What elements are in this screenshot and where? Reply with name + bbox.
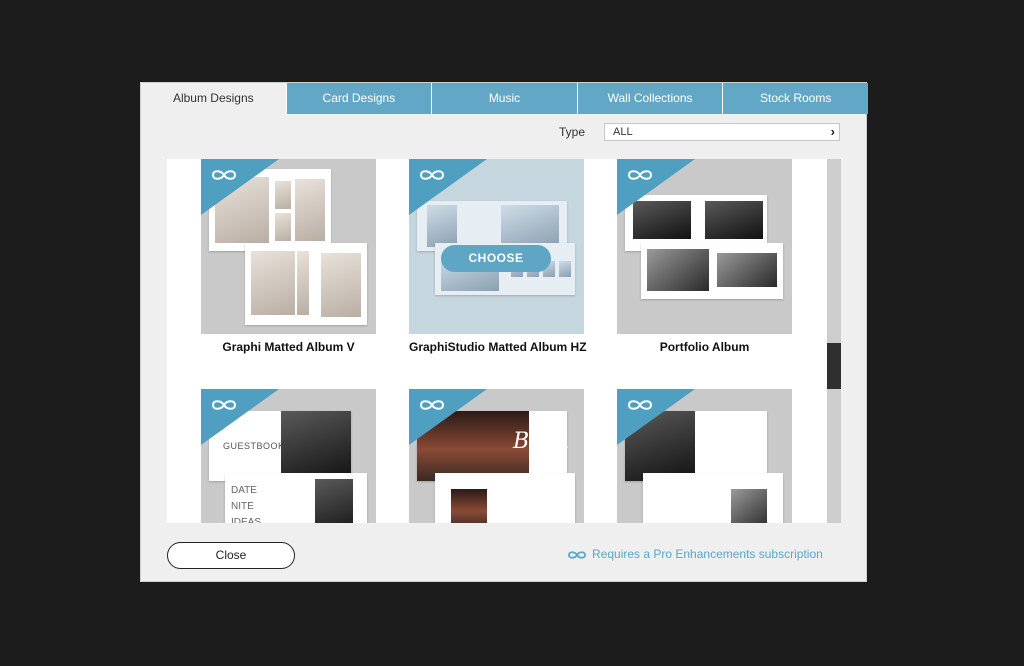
tab-wall-collections[interactable]: Wall Collections	[576, 83, 723, 114]
photo	[251, 251, 295, 315]
template-browser-dialog: Album Designs Card Designs Music Wall Co…	[140, 82, 868, 582]
template-thumbnail[interactable]	[201, 159, 376, 334]
guestbook-line: IDEAS	[231, 517, 262, 523]
infinity-icon	[419, 400, 445, 410]
template-thumbnail[interactable]: Book	[409, 389, 584, 523]
tab-music[interactable]: Music	[431, 83, 577, 114]
chevron-right-icon: ›	[830, 124, 835, 139]
template-thumbnail[interactable]	[617, 389, 792, 523]
infinity-icon	[211, 170, 237, 180]
album-script-title: Book	[513, 429, 569, 454]
type-filter-select[interactable]: ALL ›	[604, 123, 840, 141]
pro-subscription-note[interactable]: Requires a Pro Enhancements subscription	[566, 547, 823, 561]
tab-card-designs[interactable]: Card Designs	[285, 83, 432, 114]
template-card[interactable]: Portfolio Album	[617, 159, 792, 354]
album-page	[643, 473, 783, 523]
template-thumbnail[interactable]: GUESTBOOK DATE NITE IDEAS	[201, 389, 376, 523]
tab-album-designs[interactable]: Album Designs	[141, 83, 286, 114]
template-card[interactable]	[617, 389, 792, 523]
album-page	[245, 243, 367, 325]
photo	[501, 205, 559, 247]
scrollbar-thumb[interactable]	[827, 343, 841, 389]
template-card[interactable]: GUESTBOOK DATE NITE IDEAS	[201, 389, 376, 523]
template-card[interactable]: Book	[409, 389, 584, 523]
template-title: Portfolio Album	[659, 340, 750, 354]
photo	[647, 249, 709, 291]
template-title: Graphi Matted Album V	[222, 340, 355, 354]
album-page	[435, 473, 575, 523]
photo	[315, 479, 353, 523]
tab-stock-rooms[interactable]: Stock Rooms	[722, 83, 868, 114]
category-tabs: Album Designs Card Designs Music Wall Co…	[141, 83, 868, 114]
photo	[731, 489, 767, 523]
type-filter-label: Type	[559, 125, 586, 139]
photo	[275, 213, 291, 241]
template-title: GraphiStudio Matted Album HZ	[409, 340, 587, 354]
template-thumbnail[interactable]: CHOOSE	[409, 159, 584, 334]
album-page	[641, 243, 783, 299]
photo	[281, 411, 351, 481]
infinity-icon	[627, 400, 653, 410]
infinity-icon	[211, 400, 237, 410]
template-thumbnail[interactable]	[617, 159, 792, 334]
template-card[interactable]: Graphi Matted Album V	[201, 159, 376, 354]
choose-button[interactable]: CHOOSE	[441, 245, 551, 272]
photo	[559, 261, 571, 277]
album-page: DATE NITE IDEAS	[225, 473, 367, 523]
infinity-icon	[419, 170, 445, 180]
template-grid[interactable]: Graphi Matted Album V CHOOSE GraphiStudi…	[167, 159, 827, 523]
photo	[705, 201, 763, 239]
infinity-icon	[627, 170, 653, 180]
guestbook-line: NITE	[231, 501, 254, 512]
grid-scrollbar[interactable]	[827, 159, 841, 523]
photo	[297, 251, 309, 315]
photo	[717, 253, 777, 287]
close-button[interactable]: Close	[167, 542, 295, 569]
template-card[interactable]: CHOOSE GraphiStudio Matted Album HZ	[409, 159, 587, 354]
pro-subscription-text: Requires a Pro Enhancements subscription	[592, 547, 823, 561]
infinity-icon	[568, 551, 586, 559]
guestbook-lines: DATE NITE IDEAS	[231, 483, 261, 523]
photo	[321, 253, 361, 317]
guestbook-line: DATE	[231, 485, 257, 496]
type-filter-value: ALL	[613, 126, 633, 138]
photo	[295, 179, 325, 241]
photo	[451, 489, 487, 523]
